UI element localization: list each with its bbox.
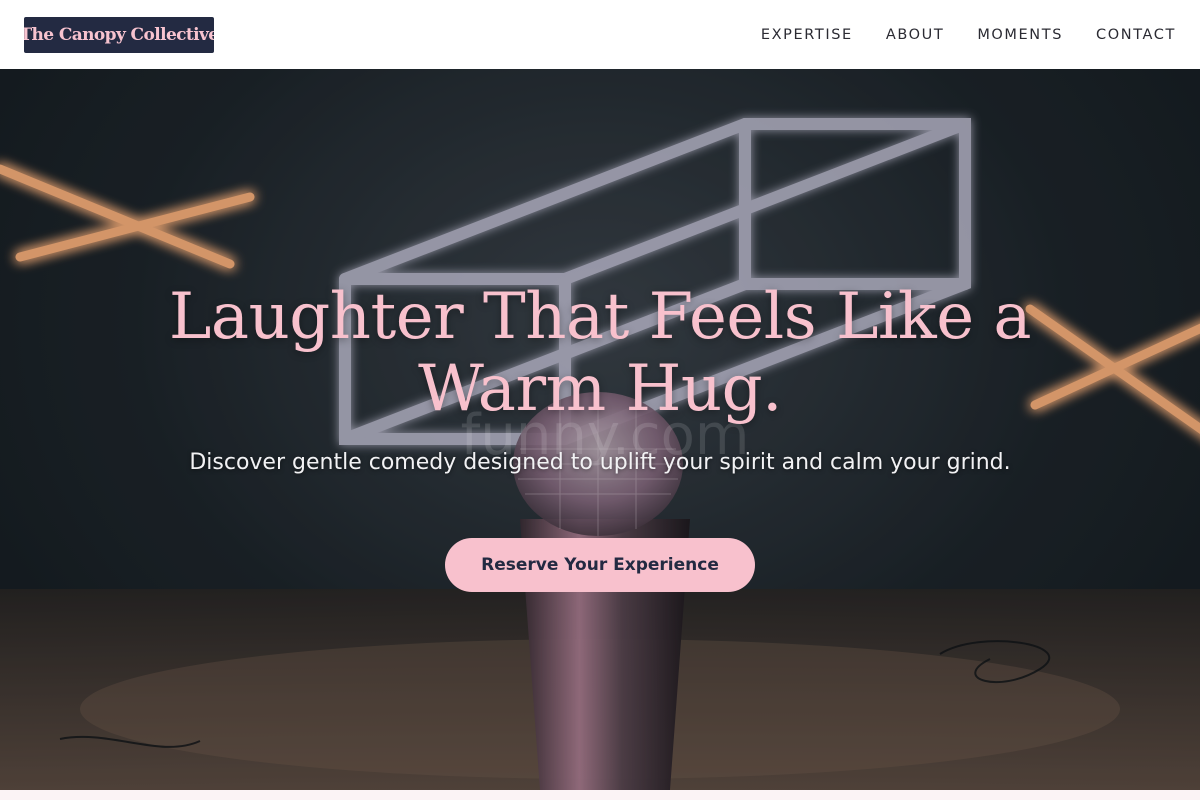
site-header: The Canopy Collective EXPERTISE ABOUT MO… xyxy=(0,0,1200,69)
main-nav: EXPERTISE ABOUT MOMENTS CONTACT xyxy=(728,27,1176,43)
site-logo[interactable]: The Canopy Collective xyxy=(24,16,214,53)
nav-link-about[interactable]: ABOUT xyxy=(886,27,945,43)
hero-section: funny.com Laughter That Feels Like a War… xyxy=(0,69,1200,790)
nav-link-expertise[interactable]: EXPERTISE xyxy=(761,27,853,43)
hero-title: Laughter That Feels Like a Warm Hug. xyxy=(168,280,1032,426)
page-bottom-strip xyxy=(0,790,1200,800)
hero-content: funny.com Laughter That Feels Like a War… xyxy=(0,69,1200,790)
reserve-experience-button[interactable]: Reserve Your Experience xyxy=(445,538,755,592)
hero-subtitle: Discover gentle comedy designed to uplif… xyxy=(189,450,1011,475)
nav-link-contact[interactable]: CONTACT xyxy=(1096,27,1176,43)
nav-link-moments[interactable]: MOMENTS xyxy=(977,27,1063,43)
